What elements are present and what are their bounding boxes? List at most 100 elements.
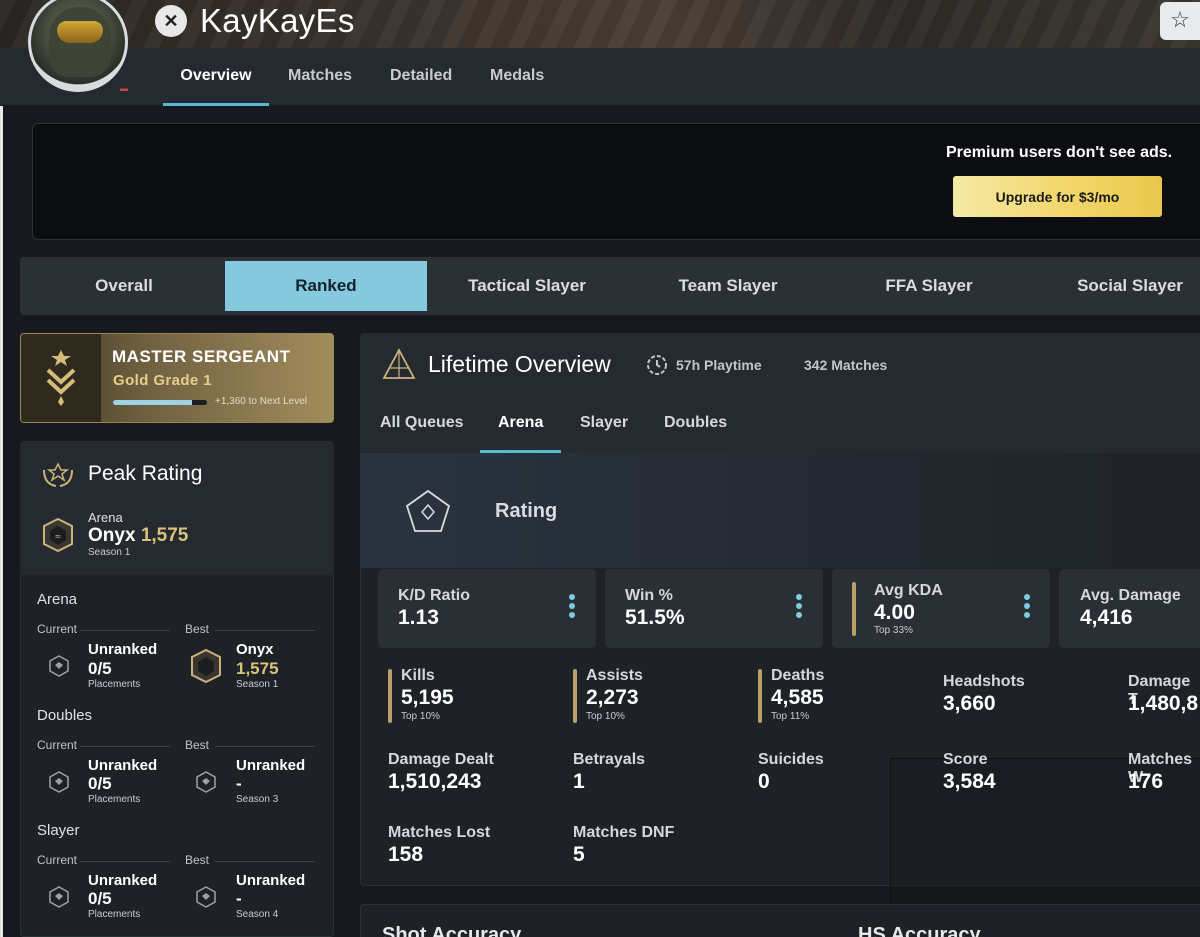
peak-season: Season 1 [88,547,131,558]
doubles-best-rank: Unranked [236,757,306,774]
peak-rating-value: 1,575 [140,525,189,546]
chevron-rank-icon [46,350,76,406]
slayer-best-sub: Season 4 [236,909,279,920]
mode-tab-tactical-slayer[interactable]: Tactical Slayer [426,261,628,311]
playlist-title-arena: Arena [37,591,78,608]
window-edge [0,106,3,937]
percentile-bar [573,669,577,723]
damage-dealt-label: Damage Dealt [388,751,494,768]
xbox-icon: ✕ [155,5,187,37]
deaths-label: Deaths [771,667,825,684]
nav-tab-matches[interactable]: Matches [288,48,352,106]
kd-value: 1.13 [398,606,439,629]
rating-section [360,453,1200,568]
current-label: Current [37,853,78,867]
slayer-best-rank: Unranked [236,872,306,889]
visor-shape [57,21,103,43]
mode-tab-team-slayer[interactable]: Team Slayer [627,261,829,311]
assists-value: 2,273 [586,686,639,709]
kebab-menu-icon[interactable] [565,594,579,622]
arena-best-rank: Onyx [236,641,274,658]
best-label: Best [185,622,210,636]
favorite-star-button[interactable]: ☆ [1160,2,1200,40]
suicides-label: Suicides [758,751,824,768]
current-label: Current [37,622,78,636]
rank-emblem [21,334,101,422]
matches-lost-label: Matches Lost [388,824,491,841]
svg-text:≈: ≈ [55,532,62,541]
match-count: 342 Matches [804,357,888,373]
queue-tab-slayer[interactable]: Slayer [580,414,628,432]
upgrade-button[interactable]: Upgrade for $3/mo [953,176,1162,217]
doubles-current-value: 0/5 [88,774,112,793]
nav-tab-detailed[interactable]: Detailed [390,48,452,106]
nav-tab-medals[interactable]: Medals [490,48,544,106]
rating-label: Rating [495,500,558,522]
onyx-rank-icon: ≈ [43,517,73,553]
laurel-icon [43,462,73,487]
assists-percentile: Top 10% [586,711,625,722]
onyx-rank-icon [191,648,221,684]
divider [215,630,315,631]
mode-tab-overall[interactable]: Overall [23,261,225,311]
current-label: Current [37,738,78,752]
matches-won-value: 176 [1128,770,1164,793]
betrayals-label: Betrayals [573,751,646,768]
deaths-percentile: Top 11% [771,711,810,722]
stat-card-kda [832,569,1050,648]
arena-icon [382,348,416,379]
best-label: Best [185,738,210,752]
doubles-current-sub: Placements [88,794,141,805]
doubles-current-rank: Unranked [88,757,158,774]
shot-accuracy-title: Shot Accuracy [382,924,522,937]
kda-value: 4.00 [874,601,915,624]
peak-tier: Onyx [88,525,136,546]
mode-tab-ranked[interactable]: Ranked [225,261,427,311]
percentile-bar [758,669,762,723]
kebab-menu-icon[interactable] [792,594,806,622]
username: KayKayEs [200,2,355,39]
headshots-value: 3,660 [943,692,996,715]
unranked-rank-icon [49,655,69,677]
divider [80,746,170,747]
win-label: Win % [625,587,673,604]
queue-tab-all[interactable]: All Queues [380,414,464,432]
playtime: 57h Playtime [676,357,762,373]
deaths-value: 4,585 [771,686,824,709]
kd-label: K/D Ratio [398,587,470,604]
nav-tab-overview[interactable]: Overview [163,48,269,106]
us-flag-icon: ▬ [120,84,128,93]
mode-tab-social-slayer[interactable]: Social Slayer [1029,261,1200,311]
mode-tab-ffa-slayer[interactable]: FFA Slayer [828,261,1030,311]
avg-damage-value: 4,416 [1080,606,1133,629]
playlist-title-slayer: Slayer [37,822,80,839]
divider [215,746,315,747]
lifetime-overview-title: Lifetime Overview [428,351,611,377]
peak-queue: Arena [88,510,123,525]
slayer-current-rank: Unranked [88,872,158,889]
kills-percentile: Top 10% [401,711,440,722]
arena-current-rank: Unranked [88,641,158,658]
score-value: 3,584 [943,770,996,793]
arena-current-value: 0/5 [88,659,112,678]
unranked-rank-icon [196,771,216,793]
rank-next-level: +1,360 to Next Level [215,396,308,407]
queue-tab-doubles[interactable]: Doubles [664,414,727,432]
matches-dnf-label: Matches DNF [573,824,675,841]
score-label: Score [943,751,988,768]
queue-tab-arena[interactable]: Arena [498,414,543,432]
arena-current-sub: Placements [88,679,141,690]
kills-label: Kills [401,667,435,684]
slayer-best-value: - [236,889,242,908]
divider [80,861,170,862]
avg-damage-label: Avg. Damage [1080,587,1181,604]
win-value: 51.5% [625,606,685,629]
kebab-menu-icon[interactable] [1020,594,1034,622]
arena-best-value: 1,575 [236,659,279,678]
rank-grade: Gold Grade 1 [113,372,212,389]
kda-label: Avg KDA [874,582,943,599]
divider [215,861,315,862]
unranked-rank-icon [49,771,69,793]
best-label: Best [185,853,210,867]
percentile-bar [852,582,856,636]
